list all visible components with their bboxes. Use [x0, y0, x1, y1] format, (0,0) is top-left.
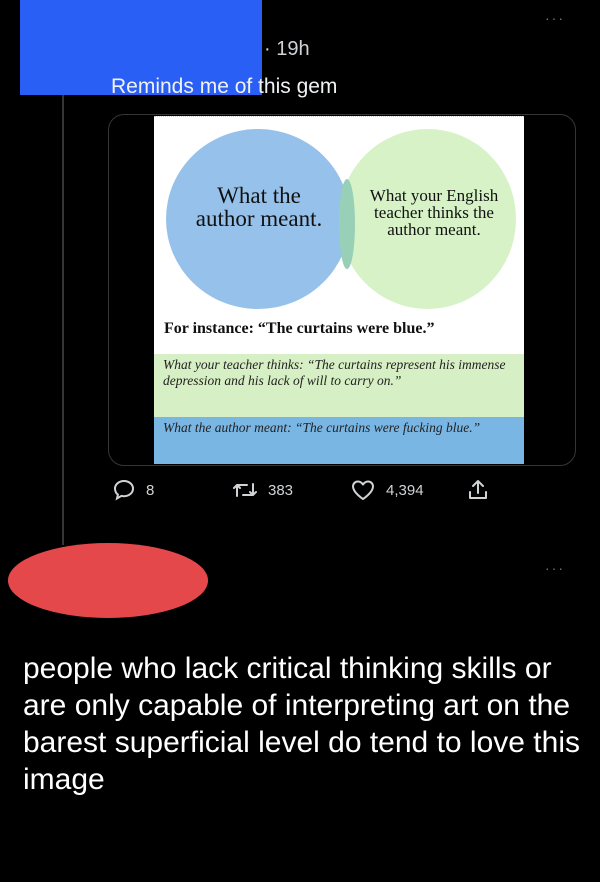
- share-button[interactable]: [466, 478, 490, 502]
- tweet-media[interactable]: What the author meant. What your English…: [108, 114, 576, 466]
- reply-count: 8: [146, 481, 155, 499]
- tweet-timestamp[interactable]: · 19h: [264, 38, 310, 61]
- retweet-button[interactable]: 383: [232, 478, 293, 502]
- like-count: 4,394: [386, 481, 424, 499]
- like-button[interactable]: 4,394: [350, 478, 424, 502]
- redacted-reply-user: [8, 543, 208, 618]
- reply-icon: [113, 479, 135, 501]
- tweet-text: Reminds me of this gem: [111, 75, 338, 98]
- retweet-count: 383: [268, 481, 294, 499]
- reply-button[interactable]: 8: [112, 478, 154, 502]
- venn-right-label: What your English teacher thinks the aut…: [369, 186, 499, 239]
- heart-icon: [352, 480, 374, 500]
- venn-left-label: What the author meant.: [195, 183, 323, 231]
- meme-author-box: What the author meant: “The curtains wer…: [154, 417, 524, 464]
- tweet-more-button[interactable]: ···: [545, 10, 565, 26]
- venn-meme-image: What the author meant. What your English…: [154, 116, 524, 464]
- reply-more-button[interactable]: ···: [545, 560, 565, 576]
- thread-line: [62, 95, 64, 545]
- venn-overlap: [339, 179, 355, 269]
- share-icon: [469, 480, 487, 499]
- meme-teacher-box: What your teacher thinks: “The curtains …: [154, 354, 524, 417]
- meme-instance-line: For instance: “The curtains were blue.”: [164, 320, 435, 337]
- retweet-icon: [233, 483, 257, 497]
- reply-text: people who lack critical thinking skills…: [23, 652, 580, 796]
